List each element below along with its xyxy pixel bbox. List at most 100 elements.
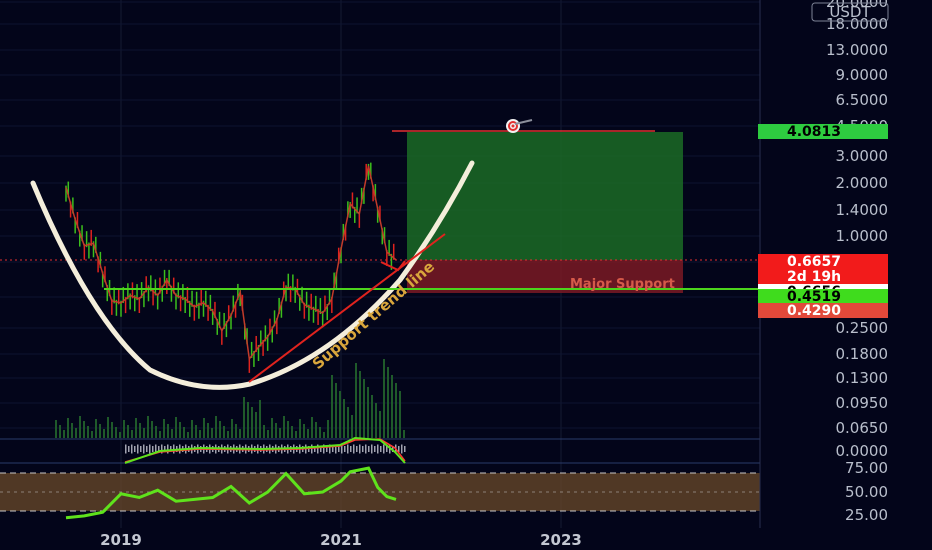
macd-bar [146, 446, 148, 452]
currency-label: USDT [829, 3, 871, 21]
badge-stop-text: 0.4290 [787, 303, 841, 319]
badge-target: 4.0813 [758, 124, 888, 140]
volume-bar [263, 425, 265, 438]
volume-bars [55, 359, 405, 438]
y-tick-label: 0.0000 [836, 442, 889, 460]
volume-bar [375, 403, 377, 438]
volume-bar [155, 426, 157, 438]
volume-bar [279, 428, 281, 438]
volume-bar [295, 431, 297, 438]
volume-bar [283, 416, 285, 438]
macd-panel [0, 436, 760, 464]
chart-svg: Major Support Support trend line 20.0000… [0, 0, 932, 550]
volume-bar [335, 383, 337, 438]
volume-bar [255, 412, 257, 438]
macd-bar [362, 446, 364, 452]
macd-bar [359, 444, 361, 454]
volume-bar [71, 423, 73, 438]
volume-bar [127, 425, 129, 438]
volume-bar [87, 426, 89, 438]
volume-bar [367, 387, 369, 438]
volume-bar [251, 407, 253, 438]
volume-bar [203, 418, 205, 438]
volume-bar [299, 419, 301, 438]
y-tick-label: 1.0000 [836, 227, 889, 245]
volume-bar [247, 402, 249, 438]
volume-bar [271, 418, 273, 438]
volume-bar [79, 416, 81, 438]
macd-bar [374, 446, 376, 452]
x-tick-2023: 2023 [540, 531, 582, 549]
volume-bar [387, 367, 389, 438]
volume-bar [115, 427, 117, 438]
x-tick-2021: 2021 [320, 531, 362, 549]
volume-bar [319, 427, 321, 438]
volume-bar [55, 420, 57, 438]
volume-bar [227, 431, 229, 438]
badge-countdown-text: 2d 19h [787, 269, 841, 285]
volume-bar [243, 397, 245, 438]
macd-bar [401, 444, 403, 454]
volume-bar [191, 420, 193, 438]
macd-bar [353, 444, 355, 454]
volume-bar [303, 424, 305, 438]
volume-bar [111, 422, 113, 438]
macd-bar [383, 444, 385, 454]
macd-bar [368, 446, 370, 452]
y-tick-label: 1.4000 [836, 201, 889, 219]
volume-bar [307, 429, 309, 438]
volume-bar [67, 418, 69, 438]
volume-bar [175, 417, 177, 438]
macd-bar [125, 444, 127, 454]
macd-bar [128, 446, 130, 452]
volume-bar [267, 430, 269, 438]
y-tick-label: 0.2500 [836, 319, 889, 337]
volume-bar [399, 391, 401, 438]
y-tick-label: 13.0000 [826, 41, 888, 59]
volume-bar [151, 421, 153, 438]
macd-bar [140, 446, 142, 452]
volume-bar [239, 429, 241, 438]
macd-bar [371, 444, 373, 454]
volume-bar [371, 395, 373, 438]
volume-bar [183, 427, 185, 438]
volume-bar [95, 419, 97, 438]
macd-bar [152, 446, 154, 452]
badge-current: 0.6657 2d 19h [758, 254, 888, 285]
y-tick-label: 0.0650 [836, 419, 889, 437]
volume-bar [231, 419, 233, 438]
volume-bar [75, 428, 77, 438]
badge-current-text: 0.6657 [787, 254, 841, 270]
volume-bar [403, 430, 405, 438]
volume-bar [347, 407, 349, 438]
volume-bar [287, 421, 289, 438]
volume-bar [391, 375, 393, 438]
y-tick-label: 25.00 [845, 506, 888, 524]
y-tick-label: 50.00 [845, 483, 888, 501]
volume-bar [107, 417, 109, 438]
volume-bar [135, 418, 137, 438]
badge-target-text: 4.0813 [787, 124, 841, 140]
volume-bar [331, 375, 333, 438]
volume-bar [143, 428, 145, 438]
macd-bar [404, 446, 406, 452]
macd-bar [143, 444, 145, 454]
volume-bar [147, 416, 149, 438]
volume-bar [291, 426, 293, 438]
macd-bar [377, 444, 379, 454]
badge-stop: 0.4290 [758, 303, 888, 319]
macd-bar [311, 444, 313, 454]
macd-bar [347, 444, 349, 454]
volume-bar [163, 419, 165, 438]
macd-bar [134, 446, 136, 452]
volume-bar [359, 371, 361, 438]
volume-bar [207, 423, 209, 438]
x-tick-2019: 2019 [100, 531, 142, 549]
volume-bar [315, 422, 317, 438]
volume-bar [219, 421, 221, 438]
macd-bar [344, 446, 346, 452]
volume-bar [351, 415, 353, 438]
macd-bar [338, 446, 340, 452]
volume-bar [59, 425, 61, 438]
volume-bar [343, 399, 345, 438]
